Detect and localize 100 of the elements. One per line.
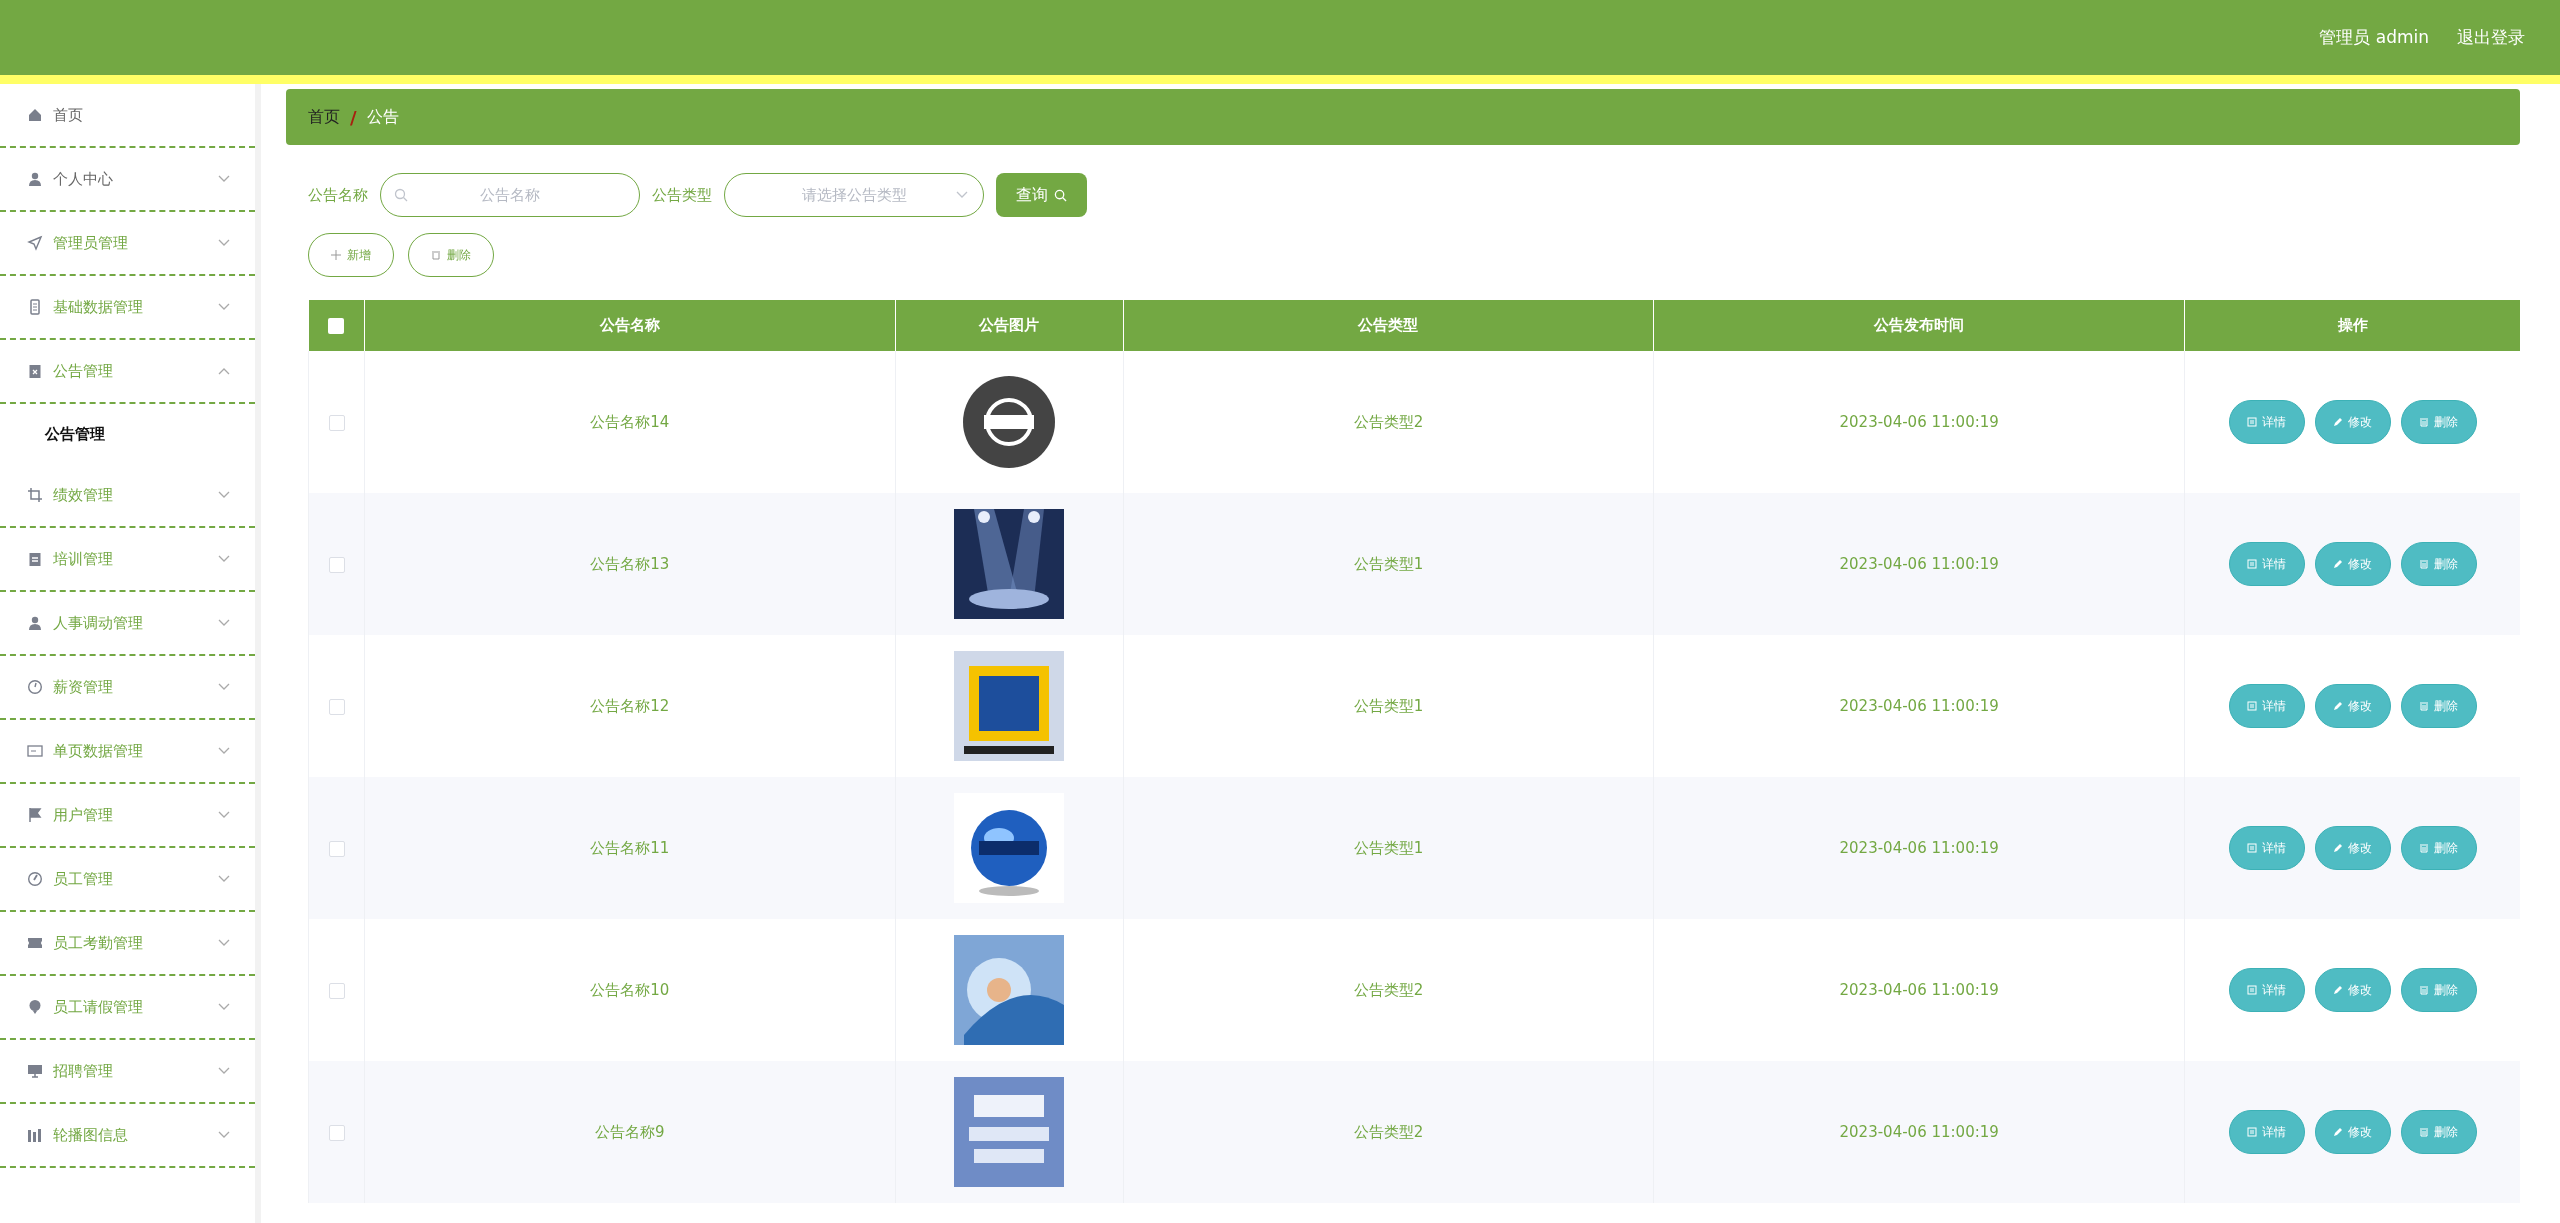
sidebar-item[interactable]: 个人中心 [0, 148, 255, 212]
detail-button[interactable]: 详情 [2228, 684, 2305, 728]
sidebar-item[interactable]: 薪资管理 [0, 656, 255, 720]
chevron-icon [218, 239, 230, 247]
table-cell: 公告名称11 [590, 838, 670, 857]
sidebar-item[interactable]: 轮播图信息 [0, 1104, 255, 1168]
sidebar-item[interactable]: 单页数据管理 [0, 720, 255, 784]
sidebar-subitem[interactable]: 公告管理 [0, 404, 255, 464]
sidebar-item[interactable]: 用户管理 [0, 784, 255, 848]
edit-icon [2333, 559, 2343, 569]
table-cell: 公告名称9 [595, 1122, 665, 1141]
person-icon [27, 171, 43, 187]
trash-icon [2419, 843, 2429, 853]
sidebar-item[interactable]: 员工考勤管理 [0, 912, 255, 976]
delete-button[interactable]: 删除 [2400, 1110, 2477, 1154]
column-header: 公告发布时间 [1653, 300, 2185, 351]
delete-button[interactable]: 删除 [2400, 968, 2477, 1012]
row-checkbox[interactable] [328, 698, 345, 715]
send-icon [27, 235, 43, 251]
sidebar-item[interactable]: 员工请假管理 [0, 976, 255, 1040]
table-cell: 2023-04-06 11:00:19 [1839, 413, 1999, 431]
query-button[interactable]: 查询 [996, 173, 1087, 217]
delete-button[interactable]: 删除 [2400, 400, 2477, 444]
sidebar-item[interactable]: 培训管理 [0, 528, 255, 592]
detail-button[interactable]: 详情 [2228, 542, 2305, 586]
edit-button[interactable]: 修改 [2314, 684, 2391, 728]
field-label: 公告名称 [308, 185, 368, 205]
logout-link[interactable]: 退出登录 [2457, 26, 2525, 49]
trash-icon [2419, 985, 2429, 995]
table-cell: 2023-04-06 11:00:19 [1839, 697, 1999, 715]
table-cell: 2023-04-06 11:00:19 [1839, 1123, 1999, 1141]
delete-button[interactable]: 删除 [2400, 826, 2477, 870]
delete-button[interactable]: 删除 [2400, 542, 2477, 586]
person-icon [27, 615, 43, 631]
row-checkbox[interactable] [328, 840, 345, 857]
gauge-icon [27, 679, 43, 695]
chevron-icon [218, 491, 230, 499]
sidebar-item[interactable]: 员工管理 [0, 848, 255, 912]
search-field[interactable]: 公告名称 [380, 173, 640, 217]
table-cell: 公告类型2 [1353, 412, 1424, 431]
sidebar-item[interactable]: 绩效管理 [0, 464, 255, 528]
row-checkbox[interactable] [328, 414, 345, 431]
edit-button[interactable]: 修改 [2314, 542, 2391, 586]
sidebar-item[interactable]: 首页 [0, 84, 255, 148]
chevron-icon [956, 191, 968, 199]
document-icon [2247, 985, 2257, 995]
add-button[interactable]: 新增 [308, 233, 394, 277]
select-all-checkbox[interactable] [328, 318, 345, 334]
breadcrumb-link[interactable]: 首页 [308, 106, 340, 128]
row-checkbox[interactable] [328, 1124, 345, 1141]
breadcrumb-link[interactable]: 公告 [366, 106, 399, 128]
edit-icon [2333, 417, 2343, 427]
chevron-icon [218, 1003, 230, 1011]
chevron-icon [218, 1131, 230, 1139]
compass-icon [27, 871, 43, 887]
breadcrumb-separator: / [350, 106, 357, 128]
delete-button[interactable]: 删除 [2400, 684, 2477, 728]
crop-icon [27, 487, 43, 503]
detail-button[interactable]: 详情 [2228, 968, 2305, 1012]
detail-button[interactable]: 详情 [2228, 1110, 2305, 1154]
clipboard-icon [27, 551, 43, 567]
edit-button[interactable]: 修改 [2314, 400, 2391, 444]
column-header: 公告图片 [895, 300, 1124, 351]
edit-icon [2333, 843, 2343, 853]
edit-button[interactable]: 修改 [2314, 968, 2391, 1012]
table-cell: 公告名称12 [590, 696, 670, 715]
home-icon [27, 107, 43, 123]
document-icon [2247, 701, 2257, 711]
sidebar-item[interactable]: 管理员管理 [0, 212, 255, 276]
table-cell: 公告名称10 [590, 980, 670, 999]
row-checkbox[interactable] [328, 982, 345, 999]
chevron-icon [218, 875, 230, 883]
row-checkbox[interactable] [328, 556, 345, 573]
plus-icon [331, 250, 341, 260]
detail-button[interactable]: 详情 [2228, 826, 2305, 870]
type-dropdown[interactable]: 请选择公告类型 [724, 173, 984, 217]
sidebar-item[interactable]: 公告管理 [0, 340, 255, 404]
flag-icon [27, 807, 43, 823]
user-name: 管理员 admin [2319, 26, 2429, 49]
chevron-icon [218, 811, 230, 819]
edit-button[interactable]: 修改 [2314, 826, 2391, 870]
ticket-icon [27, 935, 43, 951]
trash-icon [2419, 1127, 2429, 1137]
edit-icon [2333, 701, 2343, 711]
clipboard-icon [27, 363, 43, 379]
table-cell: 2023-04-06 11:00:19 [1839, 839, 1999, 857]
table-cell: 2023-04-06 11:00:19 [1839, 555, 1999, 573]
table-cell: 公告名称14 [590, 412, 670, 431]
table-cell: 公告类型1 [1353, 696, 1424, 715]
chevron-icon [218, 555, 230, 563]
detail-button[interactable]: 详情 [2228, 400, 2305, 444]
sidebar-item[interactable]: 基础数据管理 [0, 276, 255, 340]
sidebar-item[interactable]: 人事调动管理 [0, 592, 255, 656]
delete-button[interactable]: 删除 [408, 233, 494, 277]
document-icon [2247, 1127, 2257, 1137]
trash-icon [431, 250, 441, 260]
chevron-icon [218, 939, 230, 947]
sidebar-item[interactable]: 招聘管理 [0, 1040, 255, 1104]
edit-button[interactable]: 修改 [2314, 1110, 2391, 1154]
trash-icon [2419, 701, 2429, 711]
